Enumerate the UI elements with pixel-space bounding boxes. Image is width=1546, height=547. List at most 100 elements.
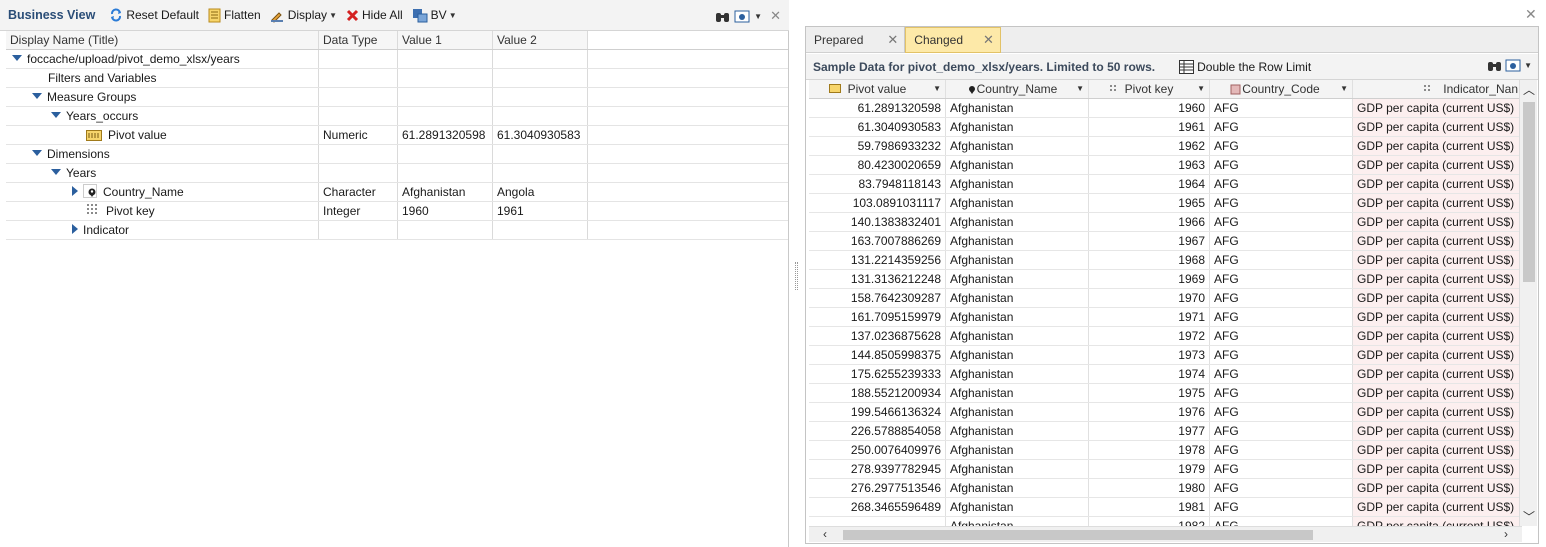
column-header-data-type[interactable]: Data Type	[319, 31, 398, 49]
binoculars-icon[interactable]	[715, 10, 730, 23]
column-header-country-code[interactable]: Country_Code ▼	[1210, 80, 1353, 98]
panel-splitter-handle[interactable]	[795, 262, 798, 290]
chevron-down-icon[interactable]: ▼	[1340, 80, 1348, 98]
reset-default-button[interactable]: Reset Default	[109, 8, 199, 22]
tree-row[interactable]: Years	[6, 164, 788, 183]
tree-row[interactable]: foccache/upload/pivot_demo_xlsx/years	[6, 50, 788, 69]
table-row[interactable]: 140.1383832401 Afghanistan 1966 AFG GDP per …	[809, 213, 1522, 232]
column-header-value-2[interactable]: Value 2	[493, 31, 588, 49]
chevron-down-icon[interactable]: ▼	[933, 80, 941, 98]
scroll-up-icon[interactable]: ︿	[1523, 81, 1535, 98]
tree-row[interactable]: Indicator	[6, 221, 788, 240]
expand-arrow-icon[interactable]	[32, 93, 42, 99]
column-header-indicator-name[interactable]: Indicator_Nan	[1353, 80, 1522, 98]
table-row[interactable]: 158.7642309287 Afghanistan 1970 AFG GDP per …	[809, 289, 1522, 308]
indicator-name-cell: GDP per capita (current US$)	[1353, 517, 1522, 526]
indicator-name-cell: GDP per capita (current US$)	[1353, 384, 1522, 402]
collapse-arrow-icon[interactable]	[72, 186, 78, 196]
indicator-name-cell: GDP per capita (current US$)	[1353, 99, 1522, 117]
view-options-icon[interactable]	[1505, 59, 1521, 72]
country-code-cell: AFG	[1210, 251, 1353, 269]
table-row[interactable]: 175.6255239333 Afghanistan 1974 AFG GDP per …	[809, 365, 1522, 384]
table-row[interactable]: 131.2214359256 Afghanistan 1968 AFG GDP per …	[809, 251, 1522, 270]
horizontal-scroll-thumb[interactable]	[843, 530, 1313, 540]
tree-row[interactable]: Years_occurs	[6, 107, 788, 126]
expand-arrow-icon[interactable]	[51, 112, 61, 118]
tree-row[interactable]: Pivot key Integer 1960 1961	[6, 202, 788, 221]
table-row[interactable]: 103.0891031117 Afghanistan 1965 AFG GDP per …	[809, 194, 1522, 213]
scroll-right-icon[interactable]: ›	[1504, 527, 1508, 541]
binoculars-icon[interactable]	[1487, 59, 1502, 72]
table-row[interactable]: 250.0076409976 Afghanistan 1978 AFG GDP per …	[809, 441, 1522, 460]
pivot-key-cell: 1961	[1089, 118, 1210, 136]
close-icon[interactable]: ✕	[887, 27, 898, 53]
bv-dropdown[interactable]: BV ▼	[412, 8, 457, 23]
tab-prepared[interactable]: Prepared ✕	[806, 27, 906, 53]
chevron-down-icon[interactable]: ▼	[1524, 61, 1532, 70]
hide-all-button[interactable]: Hide All	[346, 8, 403, 22]
close-icon[interactable]: ✕	[1525, 6, 1537, 23]
tree-row[interactable]: Filters and Variables	[6, 69, 788, 88]
tree-row[interactable]: Measure Groups	[6, 88, 788, 107]
table-row[interactable]: 59.7986933232 Afghanistan 1962 AFG GDP per c…	[809, 137, 1522, 156]
collapse-arrow-icon[interactable]	[72, 224, 78, 234]
business-view-panel: Business View Reset Default Flatten Disp…	[0, 0, 789, 547]
tree-row[interactable]: Dimensions	[6, 145, 788, 164]
table-row[interactable]: 80.4230020659 Afghanistan 1963 AFG GDP per c…	[809, 156, 1522, 175]
indicator-name-cell: GDP per capita (current US$)	[1353, 251, 1522, 269]
pivot-key-cell: 1979	[1089, 460, 1210, 478]
table-row[interactable]: 226.5788854058 Afghanistan 1977 AFG GDP per …	[809, 422, 1522, 441]
table-row[interactable]: 188.5521200934 Afghanistan 1975 AFG GDP per …	[809, 384, 1522, 403]
vertical-scroll-thumb[interactable]	[1523, 102, 1535, 282]
chevron-down-icon[interactable]: ▼	[1076, 80, 1084, 98]
column-header-label: Country_Code	[1242, 82, 1320, 96]
close-icon[interactable]: ✕	[983, 27, 994, 53]
flatten-button[interactable]: Flatten	[208, 8, 261, 23]
column-header-pivot-value[interactable]: Pivot value ▼	[809, 80, 946, 98]
expand-arrow-icon[interactable]	[12, 55, 22, 61]
horizontal-scrollbar[interactable]: ‹ ›	[809, 526, 1522, 542]
tree-row[interactable]: Pivot value Numeric 61.2891320598 61.304…	[6, 126, 788, 145]
column-header-country-name[interactable]: Country_Name ▼	[946, 80, 1089, 98]
country-name-cell: Afghanistan	[946, 403, 1089, 421]
tree-row[interactable]: Country_Name Character Afghanistan Angol…	[6, 183, 788, 202]
table-row[interactable]: 61.2891320598 Afghanistan 1960 AFG GDP per c…	[809, 99, 1522, 118]
chevron-down-icon[interactable]: ▼	[754, 12, 762, 21]
tree-node-label: Years_occurs	[66, 109, 139, 123]
table-row[interactable]: 83.7948118143 Afghanistan 1964 AFG GDP per c…	[809, 175, 1522, 194]
table-row[interactable]: 137.0236875628 Afghanistan 1972 AFG GDP per …	[809, 327, 1522, 346]
column-header-value-1[interactable]: Value 1	[398, 31, 493, 49]
scroll-left-icon[interactable]: ‹	[823, 527, 827, 541]
table-row[interactable]: 199.5466136324 Afghanistan 1976 AFG GDP per …	[809, 403, 1522, 422]
scroll-down-icon[interactable]: ﹀	[1523, 508, 1535, 525]
display-dropdown[interactable]: Display ▼	[270, 8, 337, 23]
table-row[interactable]: 61.3040930583 Afghanistan 1961 AFG GDP per c…	[809, 118, 1522, 137]
dimension-grid-icon	[1110, 85, 1116, 91]
table-row[interactable]: 276.2977513546 Afghanistan 1980 AFG GDP per …	[809, 479, 1522, 498]
value-1-cell	[398, 88, 493, 106]
chevron-down-icon[interactable]: ▼	[1197, 80, 1205, 98]
column-header-display-name[interactable]: Display Name (Title)	[6, 31, 319, 49]
expand-arrow-icon[interactable]	[32, 150, 42, 156]
table-row[interactable]: 268.3465596489 Afghanistan 1981 AFG GDP per …	[809, 498, 1522, 517]
pivot-value-cell: 163.7007886269	[809, 232, 946, 250]
display-icon	[270, 11, 283, 23]
view-options-icon[interactable]	[734, 10, 750, 23]
table-row[interactable]: 144.8505998375 Afghanistan 1973 AFG GDP per …	[809, 346, 1522, 365]
table-row[interactable]: 278.9397782945 Afghanistan 1979 AFG GDP per …	[809, 460, 1522, 479]
expand-arrow-icon[interactable]	[51, 169, 61, 175]
vertical-scrollbar[interactable]: ︿ ﹀	[1519, 80, 1537, 526]
column-header-pivot-key[interactable]: Pivot key ▼	[1089, 80, 1210, 98]
table-row[interactable]: 131.3136212248 Afghanistan 1969 AFG GDP per …	[809, 270, 1522, 289]
table-row[interactable]: 161.7095159979 Afghanistan 1971 AFG GDP per …	[809, 308, 1522, 327]
indicator-name-cell: GDP per capita (current US$)	[1353, 308, 1522, 326]
measure-icon	[86, 130, 102, 141]
red-x-icon	[346, 9, 359, 21]
pivot-key-cell: 1977	[1089, 422, 1210, 440]
table-row[interactable]: 163.7007886269 Afghanistan 1967 AFG GDP per …	[809, 232, 1522, 251]
double-row-limit-button[interactable]: Double the Row Limit	[1179, 59, 1311, 74]
table-row[interactable]: Afghanistan 1982 AFG GDP per capita (curren…	[809, 517, 1522, 526]
close-icon[interactable]: ✕	[770, 8, 781, 24]
tab-changed[interactable]: Changed ✕	[905, 27, 1001, 53]
data-type-cell	[319, 88, 398, 106]
